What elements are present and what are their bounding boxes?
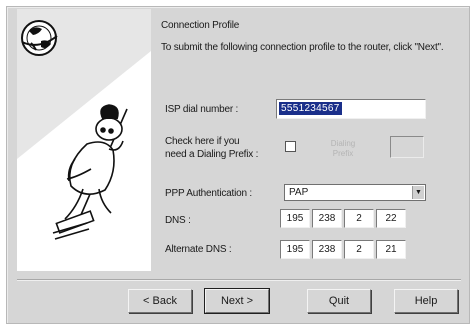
dialing-prefix-checkbox[interactable] <box>285 141 296 152</box>
help-button[interactable]: Help <box>394 289 458 313</box>
ppp-authentication-label: PPP Authentication : <box>165 188 252 199</box>
next-button[interactable]: Next > <box>204 288 270 314</box>
dialing-prefix-check-label-line1: Check here if you <box>165 136 240 147</box>
dialing-prefix-check-label: Check here if you need a Dialing Prefix … <box>165 135 258 161</box>
dialog-title: Connection Profile <box>161 20 240 31</box>
character-illustration <box>52 104 128 240</box>
globe-logo-icon <box>21 20 58 56</box>
alternate-dns-octet-1[interactable]: 195 <box>280 240 310 259</box>
connection-profile-dialog: Connection Profile To submit the followi… <box>6 6 470 324</box>
dialing-prefix-input[interactable] <box>390 136 424 158</box>
isp-dial-number-input[interactable]: 5551234567 <box>276 99 426 119</box>
dns-label: DNS : <box>165 215 191 226</box>
back-button[interactable]: < Back <box>128 289 192 313</box>
isp-dial-number-label: ISP dial number : <box>165 104 239 115</box>
dialing-prefix-check-label-line2: need a Dialing Prefix : <box>165 149 259 160</box>
dns-octet-2[interactable]: 238 <box>312 209 342 228</box>
dns-octet-4[interactable]: 22 <box>376 209 406 228</box>
quit-button[interactable]: Quit <box>307 289 371 313</box>
wizard-illustration <box>17 9 151 240</box>
alternate-dns-octet-4[interactable]: 21 <box>376 240 406 259</box>
dialog-intro-text: To submit the following connection profi… <box>161 42 444 53</box>
alternate-dns-octet-2[interactable]: 238 <box>312 240 342 259</box>
dns-ip-field: 195 238 2 22 <box>280 209 406 228</box>
dns-octet-3[interactable]: 2 <box>344 209 374 228</box>
alternate-dns-label: Alternate DNS : <box>165 244 232 255</box>
dns-octet-1[interactable]: 195 <box>280 209 310 228</box>
ppp-authentication-value: PAP <box>289 187 309 198</box>
wizard-illustration-panel <box>17 9 151 271</box>
button-separator <box>17 279 461 281</box>
alternate-dns-octet-3[interactable]: 2 <box>344 240 374 259</box>
dialing-prefix-field-label: Dialing Prefix <box>330 139 356 158</box>
ppp-authentication-select[interactable]: PAP ▼ <box>284 184 426 201</box>
wizard-button-row: < Back Next > Quit Help <box>7 288 469 314</box>
alternate-dns-ip-field: 195 238 2 21 <box>280 240 406 259</box>
isp-dial-number-value: 5551234567 <box>279 102 342 115</box>
dropdown-arrow-icon[interactable]: ▼ <box>412 186 424 199</box>
